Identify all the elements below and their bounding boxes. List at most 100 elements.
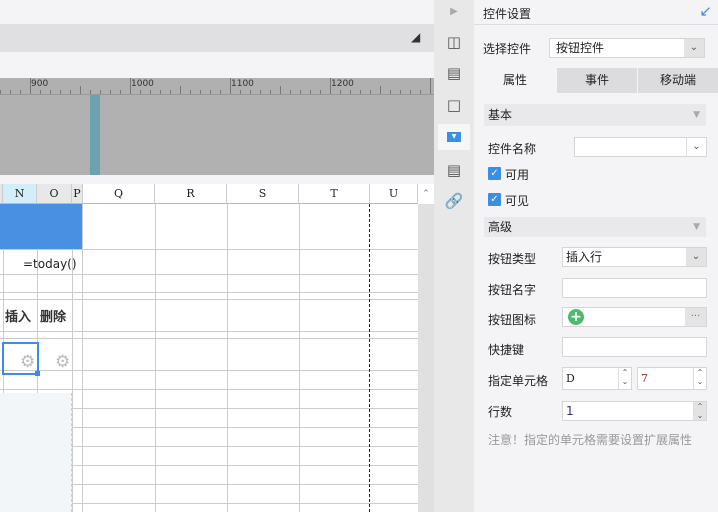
cell-label: 指定单元格 — [488, 374, 549, 388]
ruler-tick — [350, 90, 351, 94]
ruler-tick — [340, 90, 341, 94]
spreadsheet-grid[interactable]: N O P Q R S T U =today() 插入 删除 ⚙ ⚙ — [0, 184, 418, 512]
ruler-tick — [70, 90, 71, 94]
chevron-down-icon[interactable]: ⌄ — [684, 39, 704, 57]
ruler-tick — [0, 90, 1, 94]
format-dropdown-icon[interactable]: ◢ — [411, 30, 420, 44]
cell-row-input[interactable]: 7 ⌃ ⌄ — [637, 367, 707, 390]
ruler-label: 1100 — [231, 79, 254, 89]
ruler-tick — [390, 90, 391, 94]
cell-column-input[interactable]: D ⌃ ⌄ — [562, 367, 632, 390]
ruler-tick — [170, 90, 171, 94]
button-icon-picker[interactable]: + ··· — [562, 307, 707, 327]
ruler-tick — [250, 90, 251, 94]
gear-icon[interactable]: ⚙ — [20, 352, 35, 372]
fill-handle[interactable] — [35, 371, 40, 376]
spinner-icon[interactable]: ⌃ ⌄ — [618, 368, 631, 389]
ruler-tick — [160, 90, 161, 94]
border-icon[interactable]: □ — [444, 95, 464, 115]
advanced-section[interactable]: 高级 ▼ — [484, 217, 706, 237]
chevron-down-icon[interactable]: ⌄ — [686, 248, 706, 266]
button-name-input[interactable] — [562, 278, 707, 298]
collapse-triangle-icon: ▼ — [693, 222, 700, 232]
expand-arrow-icon[interactable]: ▶ — [444, 2, 464, 22]
page-boundary-marker[interactable] — [90, 95, 100, 175]
column-header-r[interactable]: R — [155, 184, 227, 204]
chevron-down-icon[interactable]: ⌄ — [686, 138, 706, 156]
basic-section[interactable]: 基本 ▼ — [484, 104, 706, 126]
column-header-t[interactable]: T — [299, 184, 370, 204]
form-icon[interactable]: ▤ — [444, 160, 464, 180]
visible-checkbox[interactable]: ✓ — [488, 193, 501, 206]
gear-icon[interactable]: ⚙ — [55, 352, 70, 372]
ruler-tick — [280, 86, 281, 94]
column-header-u[interactable]: U — [370, 184, 418, 204]
ruler-tick — [80, 86, 81, 94]
page-canvas — [0, 95, 434, 175]
button-type-label: 按钮类型 — [488, 252, 537, 266]
collapse-arrow-icon[interactable]: ↙ — [699, 2, 712, 20]
ruler-tick — [240, 90, 241, 94]
ruler-tick — [50, 90, 51, 94]
link-icon[interactable]: 🔗 — [444, 191, 464, 211]
shortcut-input[interactable] — [562, 337, 707, 357]
ruler-tick — [310, 90, 311, 94]
ruler-tick — [370, 90, 371, 94]
ruler-tick — [360, 90, 361, 94]
ruler-tick — [180, 86, 181, 94]
tab-events[interactable]: 事件 — [556, 68, 637, 93]
vertical-scrollbar[interactable]: ⌃ — [418, 184, 434, 512]
ruler-label: 900 — [31, 79, 49, 89]
ruler-tick — [100, 90, 101, 94]
cell-properties-icon[interactable]: ◫ — [444, 32, 464, 52]
page-break-line — [369, 204, 370, 512]
ruler-tick — [140, 90, 141, 94]
region-area — [0, 393, 72, 512]
panel-title: 控件设置 — [483, 7, 532, 21]
grid-row-line — [0, 331, 418, 332]
rows-input[interactable]: 1 ⌃ ⌄ — [562, 401, 707, 421]
ruler-tick — [290, 90, 291, 94]
ruler-tick — [260, 90, 261, 94]
ruler-tick — [220, 90, 221, 94]
visible-label: 可见 — [505, 194, 530, 208]
ruler-tick — [130, 78, 131, 94]
widget-settings-tab[interactable]: ▼ — [438, 124, 470, 150]
delete-cell[interactable]: 删除 — [40, 306, 66, 325]
spinner-icon[interactable]: ⌃ ⌄ — [693, 402, 706, 420]
cell-column-value: D — [566, 372, 575, 385]
ruler-tick — [410, 90, 411, 94]
tab-properties[interactable]: 属性 — [474, 68, 556, 93]
grid-row-line — [0, 338, 418, 339]
ruler-tick — [20, 90, 21, 94]
ruler-tick — [270, 90, 271, 94]
ruler-tick — [10, 90, 11, 94]
ruler-tick — [210, 90, 211, 94]
grid-row-line — [0, 274, 418, 275]
formula-cell[interactable]: =today() — [23, 257, 77, 271]
tab-mobile[interactable]: 移动端 — [637, 68, 718, 93]
rows-value: 1 — [566, 404, 574, 418]
button-type-dropdown[interactable]: 插入行 ⌄ — [562, 247, 707, 267]
column-header-p[interactable]: P — [72, 184, 83, 204]
horizontal-ruler: 900 1000 1100 1200 — [0, 78, 434, 95]
merged-header-cell[interactable] — [0, 204, 82, 249]
widget-name-label: 控件名称 — [488, 142, 537, 156]
scroll-up-icon[interactable]: ⌃ — [418, 184, 434, 204]
ruler-tick — [40, 90, 41, 94]
grid-row-line — [0, 249, 418, 250]
insert-cell[interactable]: 插入 — [5, 306, 31, 325]
widget-name-input[interactable]: ⌄ — [574, 137, 707, 157]
spinner-icon[interactable]: ⌃ ⌄ — [693, 368, 706, 389]
more-button[interactable]: ··· — [685, 308, 706, 326]
grid-row-line — [0, 299, 418, 300]
column-header-n[interactable]: N — [3, 184, 37, 204]
enabled-checkbox[interactable]: ✓ — [488, 167, 501, 180]
column-header-o[interactable]: O — [37, 184, 72, 204]
ruler-tick — [400, 90, 401, 94]
select-widget-dropdown[interactable]: 按钮控件 ⌄ — [549, 38, 705, 58]
ruler-tick — [430, 78, 431, 94]
cell-info-icon[interactable]: ▤ — [444, 63, 464, 83]
column-header-s[interactable]: S — [227, 184, 299, 204]
column-header-q[interactable]: Q — [83, 184, 155, 204]
